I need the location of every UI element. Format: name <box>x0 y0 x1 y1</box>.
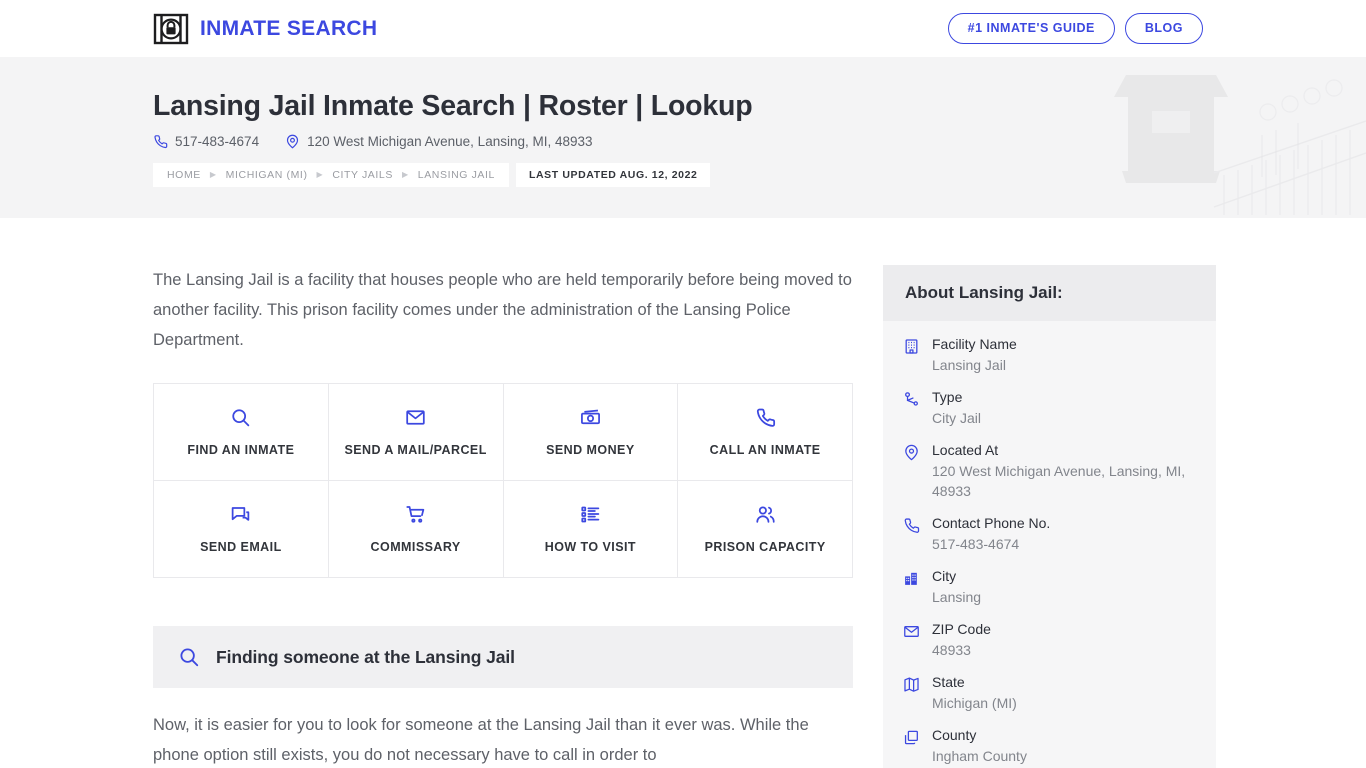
action-send-email[interactable]: SEND EMAIL <box>154 481 329 578</box>
breadcrumb-row: HOME ▶ MICHIGAN (MI) ▶ CITY JAILS ▶ LANS… <box>153 162 1366 187</box>
fact-value: Lansing Jail <box>932 357 1006 373</box>
chevron-right-icon: ▶ <box>209 169 217 179</box>
action-grid: FIND AN INMATE SEND A MAIL/PARCEL SEND M… <box>153 383 853 578</box>
building-icon <box>903 338 920 355</box>
fact-contact-phone: Contact Phone No. 517-483-4674 <box>903 514 1196 554</box>
city-icon <box>903 570 920 587</box>
chevron-right-icon: ▶ <box>401 169 409 179</box>
action-label: SEND EMAIL <box>200 540 282 554</box>
fact-state: State Michigan (MI) <box>903 673 1196 713</box>
intro-paragraph: The Lansing Jail is a facility that hous… <box>153 271 852 349</box>
about-card-title: About Lansing Jail: <box>883 265 1216 321</box>
jail-bars-padlock-icon <box>153 11 189 47</box>
phone-icon <box>153 134 168 149</box>
phone-icon <box>903 517 920 534</box>
fact-label: Facility Name <box>932 336 1017 352</box>
action-label: FIND AN INMATE <box>187 443 295 457</box>
fact-value: City Jail <box>932 410 982 426</box>
action-how-to-visit[interactable]: HOW TO VISIT <box>503 481 679 578</box>
hero-phone-number[interactable]: 517-483-4674 <box>175 134 259 149</box>
action-call-an-inmate[interactable]: CALL AN INMATE <box>678 384 853 481</box>
page-title: Lansing Jail Inmate Search | Roster | Lo… <box>153 90 753 122</box>
list-icon <box>580 504 601 525</box>
action-label: SEND MONEY <box>546 443 635 457</box>
breadcrumb: HOME ▶ MICHIGAN (MI) ▶ CITY JAILS ▶ LANS… <box>153 162 509 187</box>
section-title: Finding someone at the Lansing Jail <box>216 646 515 667</box>
breadcrumb-item-michigan[interactable]: MICHIGAN (MI) <box>226 169 308 181</box>
shopping-cart-icon <box>405 504 426 525</box>
action-find-an-inmate[interactable]: FIND AN INMATE <box>154 384 329 481</box>
action-label: PRISON CAPACITY <box>704 540 826 554</box>
breadcrumb-item-home[interactable]: HOME <box>167 169 201 181</box>
fact-type: Type City Jail <box>903 388 1196 428</box>
fact-value: Michigan (MI) <box>932 695 1017 711</box>
fact-facility-name: Facility Name Lansing Jail <box>903 335 1196 375</box>
breadcrumb-item-lansing-jail[interactable]: LANSING JAIL <box>418 169 495 181</box>
section-paragraph: Now, it is easier for you to look for so… <box>153 716 809 764</box>
hero-banner: Lansing Jail Inmate Search | Roster | Lo… <box>0 57 1366 218</box>
fact-city: City Lansing <box>903 567 1196 607</box>
search-icon <box>230 407 251 428</box>
chat-bubbles-icon <box>230 504 251 525</box>
brand-name: INMATE SEARCH <box>200 17 378 40</box>
action-label: CALL AN INMATE <box>709 443 821 457</box>
fact-value: 120 West Michigan Avenue, Lansing, MI, 4… <box>932 463 1186 499</box>
fact-located-at: Located At 120 West Michigan Avenue, Lan… <box>903 441 1196 501</box>
action-send-a-mail-parcel[interactable]: SEND A MAIL/PARCEL <box>328 384 504 481</box>
action-prison-capacity[interactable]: PRISON CAPACITY <box>678 481 853 578</box>
section-heading-finding-someone: Finding someone at the Lansing Jail <box>153 626 853 688</box>
hero-contact-meta: 517-483-4674 120 West Michigan Avenue, L… <box>153 134 1366 149</box>
action-send-money[interactable]: SEND MONEY <box>503 384 679 481</box>
fact-label: ZIP Code <box>932 621 991 637</box>
action-commissary[interactable]: COMMISSARY <box>328 481 504 578</box>
envelope-icon <box>903 623 920 640</box>
chevron-right-icon: ▶ <box>316 169 324 179</box>
inmates-guide-button[interactable]: #1 INMATE'S GUIDE <box>947 12 1115 45</box>
site-header: INMATE SEARCH #1 INMATE'S GUIDE BLOG <box>0 0 1366 57</box>
last-updated-badge: LAST UPDATED AUG. 12, 2022 <box>515 162 711 187</box>
about-facility-card: About Lansing Jail: Facility Name Lansin… <box>883 265 1216 768</box>
money-bill-icon <box>580 407 601 428</box>
envelope-icon <box>405 407 426 428</box>
fact-county: County Ingham County <box>903 726 1196 766</box>
fact-value[interactable]: 517-483-4674 <box>932 534 1050 554</box>
fact-value: Ingham County <box>932 748 1027 764</box>
fact-value: Lansing <box>932 589 982 605</box>
map-pin-icon <box>903 444 920 461</box>
fact-label: City <box>932 568 957 584</box>
node-type-icon <box>903 391 920 408</box>
map-icon <box>903 676 920 693</box>
fact-label: Contact Phone No. <box>932 515 1051 531</box>
action-label: COMMISSARY <box>370 540 461 554</box>
sidebar: About Lansing Jail: Facility Name Lansin… <box>883 218 1216 768</box>
fact-value: 48933 <box>932 642 971 658</box>
page-content: The Lansing Jail is a facility that hous… <box>0 218 1366 768</box>
fact-zip-code: ZIP Code 48933 <box>903 620 1196 660</box>
fact-label: County <box>932 727 977 743</box>
action-label: HOW TO VISIT <box>544 540 637 554</box>
fact-label: Type <box>932 389 963 405</box>
blog-button[interactable]: BLOG <box>1124 12 1203 45</box>
about-card-body: Facility Name Lansing Jail Type City Jai… <box>883 321 1216 768</box>
action-label: SEND A MAIL/PARCEL <box>344 443 487 457</box>
search-icon <box>178 646 200 668</box>
hero-address: 120 West Michigan Avenue, Lansing, MI, 4… <box>307 133 593 149</box>
fact-label: State <box>932 674 965 690</box>
users-icon <box>755 504 776 525</box>
phone-icon <box>755 407 776 428</box>
fact-label: Located At <box>932 442 999 458</box>
map-pin-icon <box>285 134 300 149</box>
breadcrumb-item-city-jails[interactable]: CITY JAILS <box>332 169 393 181</box>
header-nav: #1 INMATE'S GUIDE BLOG <box>947 12 1203 45</box>
main-column: The Lansing Jail is a facility that hous… <box>153 218 853 768</box>
copy-icon <box>903 729 920 746</box>
brand-logo-link[interactable]: INMATE SEARCH <box>153 11 377 47</box>
